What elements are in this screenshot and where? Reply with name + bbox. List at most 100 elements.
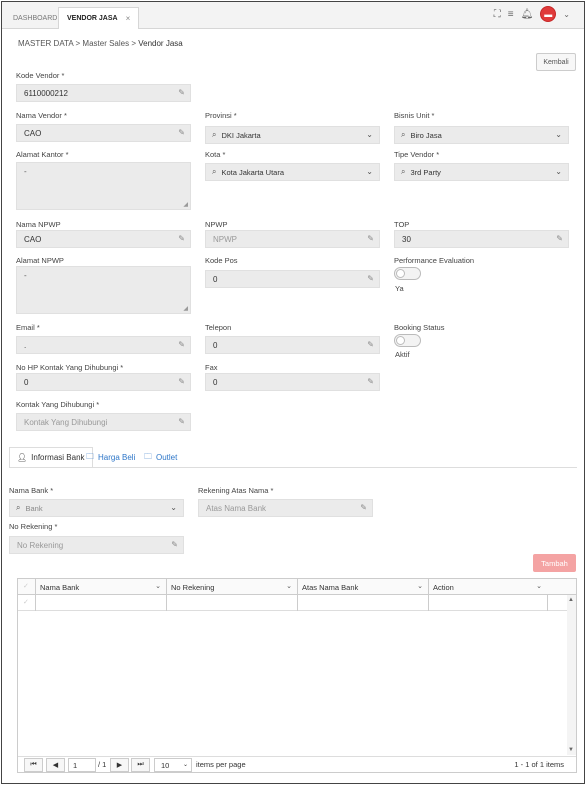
nama-npwp-field[interactable]: CAO ✎ bbox=[16, 230, 191, 248]
page-size-value: 10 bbox=[161, 760, 170, 770]
no-hp-field[interactable]: 0 ✎ bbox=[16, 373, 191, 391]
bisnis-unit-value: Biro Jasa bbox=[410, 130, 442, 140]
folder-icon: 🗀 bbox=[86, 451, 94, 461]
pencil-icon: ✎ bbox=[178, 88, 185, 97]
column-no-rekening[interactable]: No Rekening ⌄ bbox=[166, 579, 297, 595]
resize-grip-icon[interactable]: ◢ bbox=[183, 305, 188, 312]
tab-harga-beli[interactable]: 🗀 Harga Beli bbox=[79, 447, 142, 468]
fax-label: Fax bbox=[205, 363, 218, 372]
first-page-button[interactable]: ⏮ bbox=[24, 758, 43, 772]
tambah-label: Tambah bbox=[541, 558, 568, 568]
email-field[interactable]: . ✎ bbox=[16, 336, 191, 354]
kontak-placeholder: Kontak Yang Dihubungi bbox=[24, 417, 108, 427]
chevron-down-icon: ⌄ bbox=[555, 167, 562, 176]
alamat-kantor-textarea[interactable]: - ◢ bbox=[16, 162, 191, 210]
column-nama-bank-label: Nama Bank bbox=[40, 582, 80, 592]
rekening-atas-nama-placeholder: Atas Nama Bank bbox=[206, 503, 267, 513]
last-page-button[interactable]: ⏭ bbox=[131, 758, 150, 772]
pencil-icon: ✎ bbox=[178, 340, 185, 349]
booking-status-toggle[interactable] bbox=[394, 334, 421, 347]
kontak-field[interactable]: Kontak Yang Dihubungi ✎ bbox=[16, 413, 191, 431]
chevron-down-icon[interactable]: ⌄ bbox=[155, 582, 161, 590]
expand-icon[interactable]: ⛶ bbox=[494, 9, 501, 20]
resize-grip-icon[interactable]: ◢ bbox=[183, 201, 188, 208]
column-no-rekening-label: No Rekening bbox=[171, 582, 215, 592]
column-divider bbox=[547, 595, 548, 611]
toggle-knob bbox=[396, 269, 405, 278]
kota-value: Kota Jakarta Utara bbox=[221, 167, 285, 177]
top-icons: ⛶ ≡ 🔔︎ ▬ ⌄ bbox=[494, 6, 570, 22]
alamat-npwp-textarea[interactable]: - ◢ bbox=[16, 266, 191, 314]
fax-value: 0 bbox=[213, 377, 218, 387]
performance-evaluation-toggle[interactable] bbox=[394, 267, 421, 280]
checkbox-icon[interactable]: ✓ bbox=[23, 582, 29, 590]
scroll-down-icon[interactable]: ▼ bbox=[568, 747, 574, 753]
nama-vendor-label: Nama Vendor * bbox=[16, 111, 67, 120]
search-icon: ⌕ bbox=[401, 167, 406, 176]
column-atas-nama-bank[interactable]: Atas Nama Bank ⌄ bbox=[297, 579, 428, 595]
kode-vendor-field[interactable]: 6110000212 ✎ bbox=[16, 84, 191, 102]
nama-bank-select[interactable]: ⌕ Bank ⌄ bbox=[9, 499, 184, 517]
telepon-value: 0 bbox=[213, 340, 218, 350]
column-nama-bank[interactable]: Nama Bank ⌄ bbox=[35, 579, 166, 595]
column-action[interactable]: Action ⌄ bbox=[428, 579, 547, 595]
grid-scrollbar[interactable]: ▲ ▼ bbox=[567, 595, 576, 755]
bisnis-unit-label: Bisnis Unit * bbox=[394, 111, 435, 120]
bell-icon[interactable]: 🔔︎ bbox=[521, 9, 534, 20]
column-divider bbox=[166, 595, 167, 611]
kode-pos-value: 0 bbox=[213, 274, 218, 284]
tab-harga-beli-label: Harga Beli bbox=[98, 453, 136, 462]
page-number-input[interactable]: 1 bbox=[68, 758, 96, 772]
column-divider bbox=[297, 595, 298, 611]
chevron-down-icon: ⌄ bbox=[366, 167, 373, 176]
top-field[interactable]: 30 ✎ bbox=[394, 230, 569, 248]
kode-pos-field[interactable]: 0 ✎ bbox=[205, 270, 380, 288]
booking-status-state: Aktif bbox=[395, 350, 410, 359]
app-frame: DASHBOARD VENDOR JASA × ⛶ ≡ 🔔︎ ▬ ⌄ MASTE… bbox=[1, 1, 585, 784]
avatar-icon[interactable]: ▬ bbox=[540, 6, 557, 22]
tab-outlet[interactable]: 🗀 Outlet bbox=[137, 447, 184, 468]
tipe-vendor-value: 3rd Party bbox=[410, 167, 441, 177]
breadcrumb-master-sales[interactable]: Master Sales bbox=[82, 39, 129, 48]
chevron-down-icon[interactable]: ⌄ bbox=[286, 582, 292, 590]
tab-vendor-jasa[interactable]: VENDOR JASA × bbox=[58, 7, 140, 29]
checkbox-icon[interactable]: ✓ bbox=[23, 598, 29, 606]
search-icon: ⌕ bbox=[16, 503, 21, 512]
tambah-button[interactable]: Tambah bbox=[533, 554, 576, 572]
tab-dashboard[interactable]: DASHBOARD bbox=[5, 7, 65, 29]
chevron-down-icon[interactable]: ⌄ bbox=[536, 582, 542, 590]
kembali-button[interactable]: Kembali bbox=[536, 53, 576, 71]
chevron-down-icon[interactable]: ⌄ bbox=[563, 10, 570, 19]
breadcrumb-root[interactable]: MASTER DATA bbox=[18, 39, 73, 48]
menu-icon[interactable]: ≡ bbox=[508, 9, 514, 20]
kembali-label: Kembali bbox=[543, 58, 569, 66]
breadcrumb-separator: > bbox=[75, 39, 81, 48]
fax-field[interactable]: 0 ✎ bbox=[205, 373, 380, 391]
npwp-field[interactable]: NPWP ✎ bbox=[205, 230, 380, 248]
top-label: TOP bbox=[394, 220, 410, 229]
next-page-button[interactable]: ▶ bbox=[110, 758, 129, 772]
email-label: Email * bbox=[16, 323, 40, 332]
provinsi-select[interactable]: ⌕ DKI Jakarta ⌄ bbox=[205, 126, 380, 144]
no-rekening-field[interactable]: No Rekening ✎ bbox=[9, 536, 184, 554]
pencil-icon: ✎ bbox=[171, 540, 178, 549]
breadcrumb-current: Vendor Jasa bbox=[138, 39, 183, 48]
kota-select[interactable]: ⌕ Kota Jakarta Utara ⌄ bbox=[205, 163, 380, 181]
grid-header: ✓ Nama Bank ⌄ No Rekening ⌄ Atas Nama Ba… bbox=[18, 579, 576, 595]
nama-vendor-field[interactable]: CAO ✎ bbox=[16, 124, 191, 142]
bisnis-unit-select[interactable]: ⌕ Biro Jasa ⌄ bbox=[394, 126, 569, 144]
grid-pager: ⏮ ◀ 1 / 1 ▶ ⏭ 10 ⌄ items per page 1 - 1 … bbox=[18, 756, 576, 772]
pencil-icon: ✎ bbox=[367, 234, 374, 243]
page-number-value: 1 bbox=[73, 760, 78, 770]
performance-evaluation-state: Ya bbox=[395, 284, 404, 293]
prev-page-button[interactable]: ◀ bbox=[46, 758, 65, 772]
rekening-atas-nama-field[interactable]: Atas Nama Bank ✎ bbox=[198, 499, 373, 517]
chevron-down-icon[interactable]: ⌄ bbox=[417, 582, 423, 590]
close-tab-icon[interactable]: × bbox=[126, 14, 131, 23]
scroll-up-icon[interactable]: ▲ bbox=[568, 597, 574, 603]
tipe-vendor-select[interactable]: ⌕ 3rd Party ⌄ bbox=[394, 163, 569, 181]
page-size-select[interactable]: 10 ⌄ bbox=[154, 758, 192, 772]
telepon-field[interactable]: 0 ✎ bbox=[205, 336, 380, 354]
tab-outlet-label: Outlet bbox=[156, 453, 178, 462]
pencil-icon: ✎ bbox=[367, 377, 374, 386]
